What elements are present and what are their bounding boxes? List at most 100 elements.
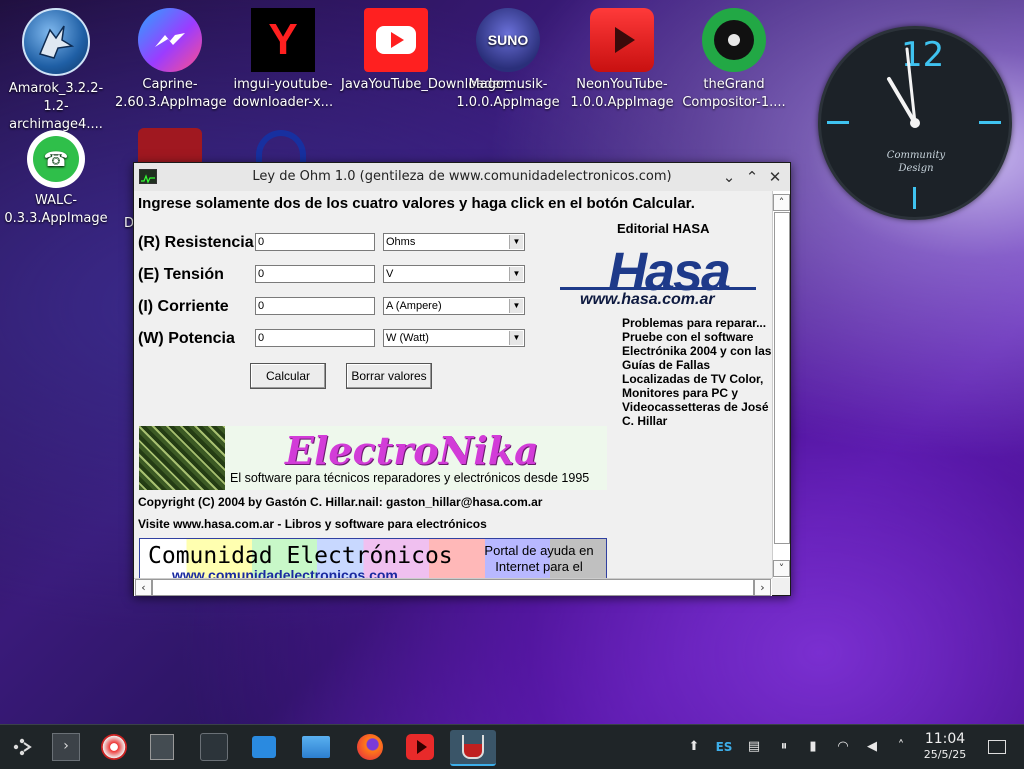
power-unit-select[interactable]: W (Watt) ▼ (383, 329, 525, 347)
horizontal-scroll-thumb[interactable] (152, 579, 754, 596)
promo-side-text: Problemas para reparar... Pruebe con el … (622, 316, 772, 428)
ohm-law-app-icon[interactable] (450, 730, 496, 766)
dropdown-arrow-icon[interactable]: ▼ (509, 235, 523, 249)
scroll-down-icon[interactable]: ˅ (773, 560, 790, 577)
firefox-icon[interactable] (352, 730, 388, 764)
dropdown-arrow-icon[interactable]: ▼ (509, 299, 523, 313)
media-player-icon[interactable] (96, 730, 132, 764)
amarok-wolf-icon (22, 8, 90, 76)
terminal-icon[interactable]: › (48, 730, 84, 764)
voltage-label: (E) Tensión (138, 266, 224, 283)
suno-icon: SUNO (476, 8, 540, 72)
desktop-icon-imgui-youtube[interactable]: Y imgui-youtube-downloader-x... (228, 8, 338, 112)
wifi-icon[interactable]: ◠ (833, 737, 853, 757)
clear-values-button[interactable]: Borrar valores (346, 363, 432, 389)
file-manager-icon[interactable] (298, 730, 334, 764)
comunidad-name: Comunidad Electrónicos (148, 543, 453, 569)
visit-link-text: Visite www.hasa.com.ar - Libros y softwa… (138, 517, 487, 531)
desktop-icon-partial-audio[interactable] (256, 130, 306, 162)
power-input[interactable]: 0 (255, 329, 375, 347)
close-icon[interactable]: ✕ (764, 166, 786, 188)
desktop-icon-thegrand[interactable]: theGrand Compositor-1.... (679, 8, 789, 112)
power-unit-value: W (Watt) (386, 332, 429, 344)
window-client-area: Ingrese solamente dos de los cuatro valo… (134, 191, 772, 578)
update-icon[interactable]: ⬆ (684, 737, 704, 757)
desktop-icon-label: Amarok_3.2.2-1.2-archimage4.... (8, 81, 104, 132)
copyright-text: Copyright (C) 2004 by Gastón C. Hillar.n… (138, 495, 543, 509)
taskbar-clock-time[interactable]: 11:04 (916, 731, 974, 747)
desktop-icon-neonyoutube[interactable]: NeonYouTube-1.0.0.AppImage (567, 8, 677, 112)
desktop-icon-label: Magomusik-1.0.0.AppImage (456, 77, 560, 110)
scrollbar-corner (772, 578, 790, 595)
power-label: (W) Potencia (138, 330, 235, 347)
instructions-heading: Ingrese solamente dos de los cuatro valo… (138, 195, 695, 212)
voltage-unit-select[interactable]: V ▼ (383, 265, 525, 283)
vinyl-record-icon (702, 8, 766, 72)
electronika-banner[interactable]: ElectroNika El software para técnicos re… (139, 426, 607, 490)
usb-device-icon[interactable]: ▮ (803, 737, 823, 757)
resistance-label: (R) Resistencia (138, 234, 254, 251)
electronika-tagline: El software para técnicos reparadores y … (230, 471, 590, 485)
comunidad-portal-text: Portal de ayuda en Internet para el (484, 543, 594, 574)
vertical-scroll-thumb[interactable] (774, 212, 790, 544)
show-desktop-icon[interactable] (986, 737, 1008, 757)
desktop-icon-label: Caprine-2.60.3.AppImage (115, 77, 227, 110)
youtube-play-icon (590, 8, 654, 72)
tray-expand-icon[interactable]: ˄ (891, 737, 911, 757)
calculator-icon[interactable] (144, 730, 180, 764)
yandex-y-icon: Y (251, 8, 315, 72)
voltage-unit-value: V (386, 268, 394, 280)
desktop-icon-walc[interactable]: ☎ WALC-0.3.3.AppImage (1, 130, 111, 228)
current-input[interactable]: 0 (255, 297, 375, 315)
desktop-icon-partial-youtube[interactable] (138, 128, 202, 162)
ohm-law-window[interactable]: Ley de Ohm 1.0 (gentileza de www.comunid… (133, 162, 791, 596)
taskbar: › ⬆ ES ▤ ⏸ ▮ ◠ ◀ ˄ 11:04 25/5/25 (0, 724, 1024, 769)
clock-hands (887, 47, 920, 128)
clipboard-icon[interactable]: ▤ (744, 737, 764, 757)
editorial-label: Editorial HASA (617, 221, 710, 236)
window-title: Ley de Ohm 1.0 (gentileza de www.comunid… (252, 169, 672, 184)
store-icon[interactable] (246, 730, 282, 764)
current-label: (I) Corriente (138, 298, 229, 315)
window-titlebar[interactable]: Ley de Ohm 1.0 (gentileza de www.comunid… (134, 163, 790, 191)
desktop-icon-label: NeonYouTube-1.0.0.AppImage (570, 77, 674, 110)
desktop-icon-javayoutube[interactable]: JavaYouTube_Downloader_... (341, 8, 525, 94)
volume-icon[interactable]: ◀ (862, 737, 882, 757)
desktop-icon-label: JavaYouTube_Downloader_... (341, 77, 525, 92)
media-pause-icon[interactable]: ⏸ (774, 737, 794, 757)
calculate-button[interactable]: Calcular (250, 363, 326, 389)
circuit-board-image (139, 426, 225, 490)
comunidad-banner[interactable]: Comunidad Electrónicos www.comunidadelec… (139, 538, 607, 578)
messenger-icon (138, 8, 202, 72)
keyboard-layout-indicator[interactable]: ES (712, 737, 736, 757)
horizontal-scrollbar[interactable]: ‹ › (134, 578, 772, 596)
electronika-logo: ElectroNika (285, 428, 539, 473)
app-launcher-icon[interactable] (4, 730, 40, 764)
voltage-input[interactable]: 0 (255, 265, 375, 283)
desktop-icon-amarok[interactable]: Amarok_3.2.2-1.2-archimage4.... (1, 8, 111, 134)
scroll-up-icon[interactable]: ˄ (773, 194, 790, 211)
scroll-left-icon[interactable]: ‹ (135, 579, 152, 596)
dropdown-arrow-icon[interactable]: ▼ (509, 331, 523, 345)
desktop-icon-label: theGrand Compositor-1.... (682, 77, 786, 110)
current-unit-value: A (Ampere) (386, 300, 442, 312)
taskbar-clock-date[interactable]: 25/5/25 (916, 748, 974, 761)
youtube-play-icon (364, 8, 428, 72)
analog-clock-widget[interactable]: 12 Community Design (818, 26, 1012, 220)
chevron-down-icon[interactable]: ⌄ (718, 166, 740, 188)
hasa-logo-url: www.hasa.com.ar (580, 291, 715, 308)
resistance-unit-select[interactable]: Ohms ▼ (383, 233, 525, 251)
desktop-icon-magomusik[interactable]: SUNO Magomusik-1.0.0.AppImage (453, 8, 563, 112)
scroll-right-icon[interactable]: › (754, 579, 771, 596)
youtube-player-icon[interactable] (402, 730, 438, 764)
dropdown-arrow-icon[interactable]: ▼ (509, 267, 523, 281)
resistance-input[interactable]: 0 (255, 233, 375, 251)
desktop-icon-caprine[interactable]: Caprine-2.60.3.AppImage (115, 8, 227, 112)
whatsapp-icon: ☎ (27, 130, 85, 188)
vertical-scrollbar[interactable]: ˄ ˅ (772, 191, 790, 578)
settings-sliders-icon[interactable] (196, 730, 232, 764)
comunidad-url[interactable]: www.comunidadelectronicos.com (172, 567, 398, 578)
desktop-icon-label: imgui-youtube-downloader-x... (232, 77, 334, 110)
chevron-up-icon[interactable]: ⌃ (741, 166, 763, 188)
current-unit-select[interactable]: A (Ampere) ▼ (383, 297, 525, 315)
